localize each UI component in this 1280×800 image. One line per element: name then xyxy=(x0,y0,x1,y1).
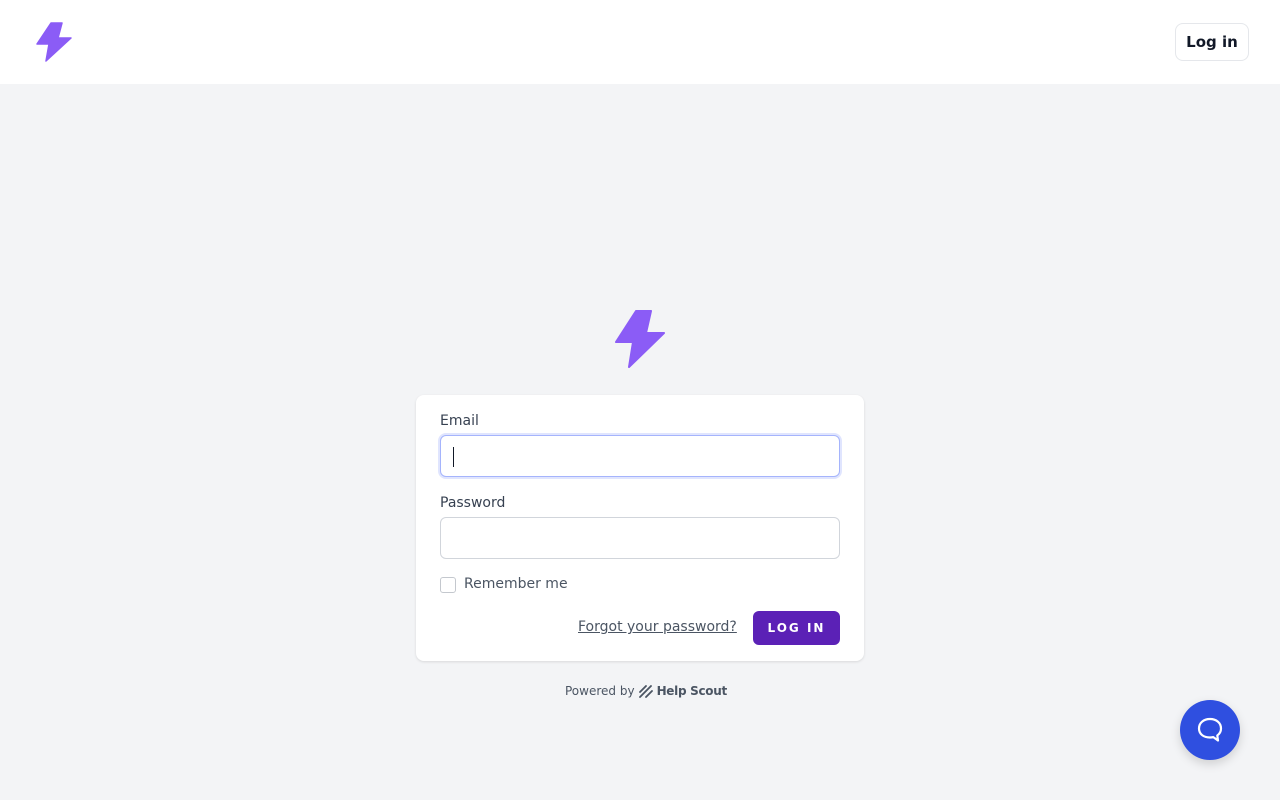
text-caret xyxy=(453,447,454,467)
login-submit-button[interactable]: LOG IN xyxy=(753,611,840,645)
help-beacon-button[interactable] xyxy=(1180,700,1240,760)
password-field[interactable] xyxy=(440,517,840,559)
password-label: Password xyxy=(440,495,506,511)
powered-by-text: Powered by xyxy=(565,684,635,698)
help-scout-brand: Help Scout xyxy=(656,684,728,698)
email-label: Email xyxy=(440,413,479,429)
remember-me-label[interactable]: Remember me xyxy=(464,576,568,592)
chat-bubble-icon xyxy=(1197,717,1223,742)
lightning-bolt-icon[interactable] xyxy=(36,22,72,62)
help-scout-logo-icon xyxy=(638,684,653,698)
header-login-button[interactable]: Log in xyxy=(1175,23,1249,61)
remember-me-checkbox[interactable] xyxy=(440,577,456,593)
lightning-bolt-icon xyxy=(615,310,665,368)
top-navbar: Log in xyxy=(0,0,1280,84)
powered-by[interactable]: Powered by Help Scout xyxy=(565,683,727,699)
email-field[interactable] xyxy=(440,435,840,477)
login-card: Email Password Remember me Forgot your p… xyxy=(416,395,864,661)
forgot-password-link[interactable]: Forgot your password? xyxy=(578,619,737,635)
